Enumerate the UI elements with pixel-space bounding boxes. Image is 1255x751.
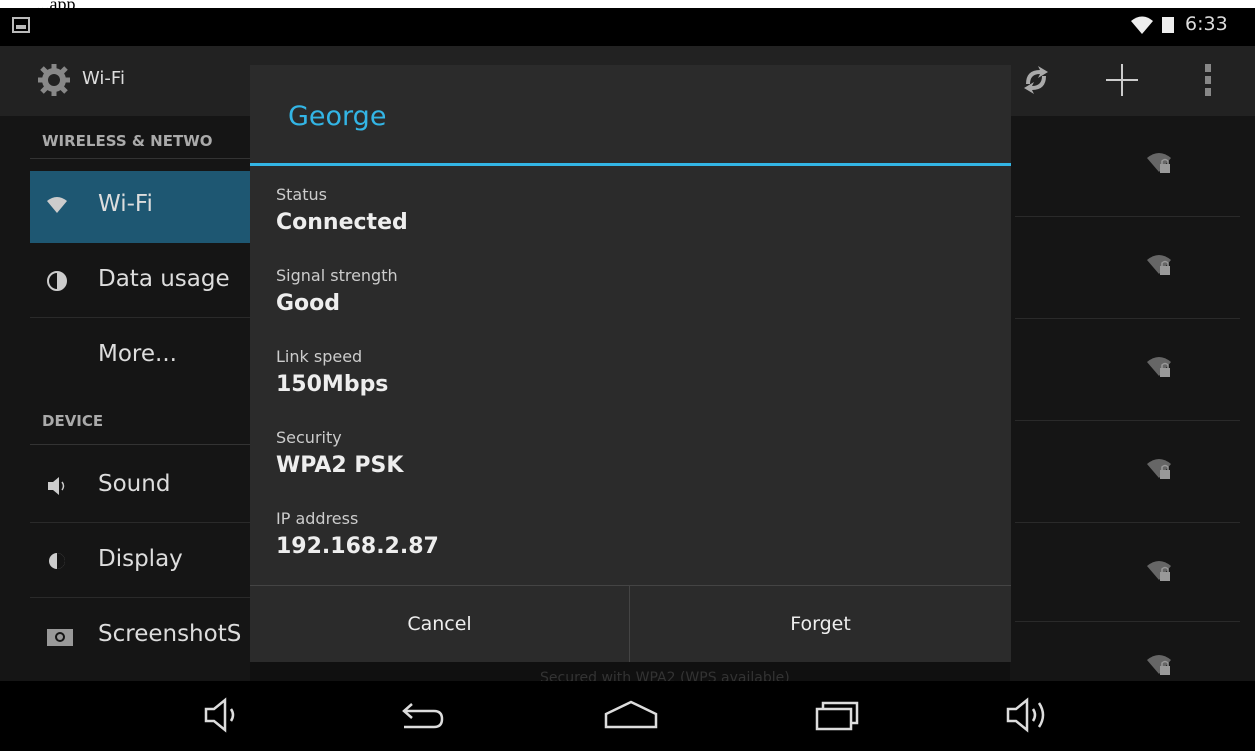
- camera-icon: [47, 629, 73, 646]
- add-network-icon[interactable]: [1102, 60, 1142, 100]
- field-link-speed: Link speed 150Mbps: [276, 347, 388, 397]
- device-screen: 6:33 Wi-Fi WIRELESS & NETWO Wi-Fi Data u…: [0, 8, 1255, 751]
- cancel-button[interactable]: Cancel: [250, 586, 629, 662]
- field-label: Status: [276, 185, 327, 204]
- field-security: Security WPA2 PSK: [276, 428, 403, 478]
- settings-item-data-usage[interactable]: Data usage: [30, 246, 250, 318]
- field-label: Signal strength: [276, 266, 398, 285]
- overflow-menu-icon[interactable]: [1203, 62, 1213, 98]
- recents-icon[interactable]: [813, 697, 861, 733]
- data-usage-icon: [47, 271, 67, 291]
- field-label: Link speed: [276, 347, 363, 366]
- settings-item-more[interactable]: More...: [30, 321, 250, 393]
- field-value: 150Mbps: [276, 372, 389, 397]
- notification-icon: [12, 17, 30, 33]
- navigation-bar: [0, 681, 1255, 751]
- network-list: [1010, 116, 1255, 689]
- settings-item-label: Sound: [98, 471, 171, 497]
- section-divider: [30, 158, 250, 159]
- row-divider: [30, 597, 250, 598]
- row-divider: [1015, 621, 1240, 622]
- action-bar-title: Wi-Fi: [82, 68, 125, 89]
- section-device-header: DEVICE: [42, 412, 104, 430]
- battery-icon: [1162, 17, 1174, 33]
- field-value: Connected: [276, 210, 408, 235]
- settings-item-display[interactable]: Display: [30, 526, 250, 598]
- wifi-lock-icon[interactable]: [1145, 252, 1175, 278]
- settings-list: WIRELESS & NETWO Wi-Fi Data usage More..…: [0, 116, 250, 689]
- settings-item-label: More...: [98, 341, 177, 367]
- field-value: WPA2 PSK: [276, 453, 404, 478]
- wifi-lock-icon[interactable]: [1145, 150, 1175, 176]
- wifi-icon: [1131, 16, 1153, 34]
- wifi-lock-icon[interactable]: [1145, 558, 1175, 584]
- brightness-icon: [49, 553, 65, 569]
- gear-icon[interactable]: [36, 62, 72, 98]
- field-status: Status Connected: [276, 185, 408, 235]
- wifi-lock-icon[interactable]: [1145, 456, 1175, 482]
- section-divider: [30, 444, 250, 445]
- row-divider: [30, 317, 250, 318]
- settings-item-label: ScreenshotS: [98, 621, 242, 647]
- wifi-lock-icon[interactable]: [1145, 354, 1175, 380]
- clock: 6:33: [1185, 13, 1228, 35]
- volume-up-icon[interactable]: [1005, 697, 1057, 733]
- speaker-icon: [48, 477, 65, 495]
- field-label: IP address: [276, 509, 359, 528]
- field-ip-address: IP address 192.168.2.87: [276, 509, 439, 559]
- volume-down-icon[interactable]: [203, 697, 247, 733]
- row-divider: [1015, 216, 1240, 217]
- row-divider: [1015, 522, 1240, 523]
- dialog-title-divider: [250, 163, 1011, 166]
- back-icon[interactable]: [396, 697, 446, 733]
- wps-icon[interactable]: [1018, 62, 1054, 98]
- field-signal-strength: Signal strength Good: [276, 266, 398, 316]
- dialog-title: George: [288, 101, 387, 132]
- settings-item-wifi[interactable]: Wi-Fi: [30, 171, 250, 243]
- wifi-icon: [47, 197, 67, 213]
- field-label: Security: [276, 428, 342, 447]
- row-divider: [30, 522, 250, 523]
- field-value: Good: [276, 291, 341, 316]
- settings-item-label: Data usage: [98, 266, 230, 292]
- section-wireless-header: WIRELESS & NETWO: [42, 132, 213, 150]
- row-divider: [1015, 318, 1240, 319]
- field-value: 192.168.2.87: [276, 534, 439, 559]
- settings-item-label: Display: [98, 546, 183, 572]
- network-details-dialog: George Status Connected Signal strength …: [250, 65, 1011, 662]
- settings-item-label: Wi-Fi: [98, 191, 153, 217]
- status-bar: 6:33: [0, 8, 1255, 46]
- settings-item-sound[interactable]: Sound: [30, 451, 250, 523]
- home-icon[interactable]: [603, 697, 659, 733]
- row-divider: [1015, 420, 1240, 421]
- forget-button[interactable]: Forget: [630, 586, 1011, 662]
- settings-item-screenshot[interactable]: ScreenshotS: [30, 601, 250, 673]
- wifi-lock-icon[interactable]: [1145, 652, 1175, 678]
